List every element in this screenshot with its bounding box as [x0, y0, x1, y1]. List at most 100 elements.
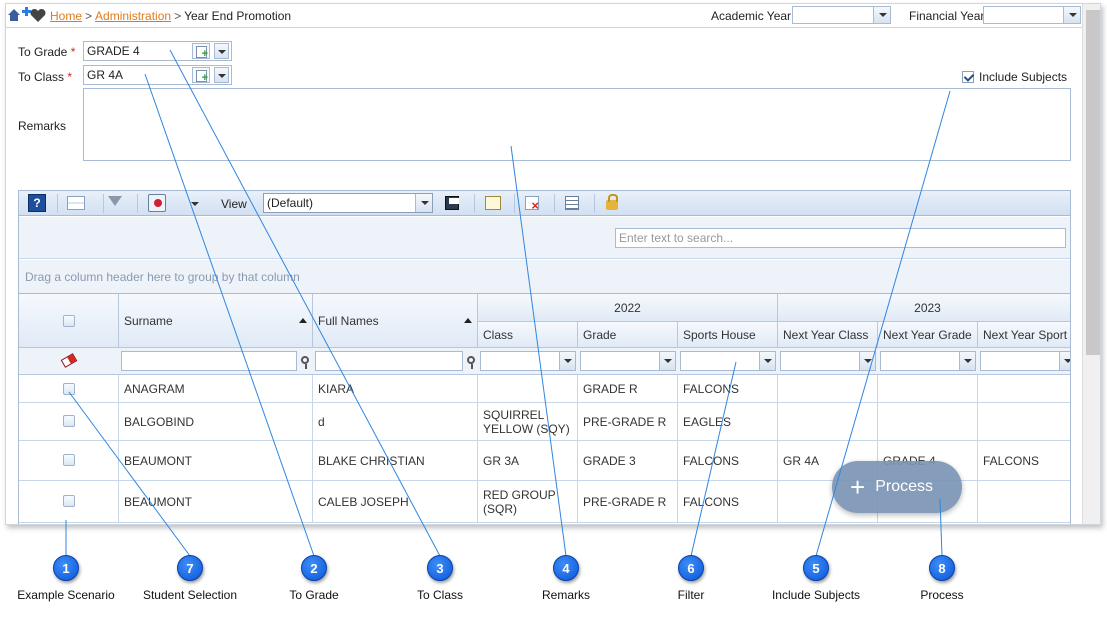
cell-full-names: KIARA: [313, 375, 478, 402]
to-grade-label-text: To Grade: [18, 45, 68, 59]
row-select-cell: [19, 403, 119, 440]
to-grade-select[interactable]: GRADE 4: [83, 41, 232, 61]
filter-class-select[interactable]: [480, 351, 576, 371]
callout-marker-3: 3: [427, 555, 453, 581]
add-favourite-icon[interactable]: [22, 7, 31, 16]
chevron-down-icon[interactable]: [191, 202, 199, 206]
band-2022: 2022: [478, 294, 778, 322]
row-select-cell: [19, 375, 119, 402]
cell-full-names: BLAKE CHRISTIAN: [313, 441, 478, 480]
filter-grade-select[interactable]: [580, 351, 676, 371]
filter-sports-house-select[interactable]: [680, 351, 776, 371]
to-class-label: To Class *: [18, 70, 72, 84]
cell-class: RED GROUP (SQR): [478, 481, 578, 522]
chevron-down-icon[interactable]: [759, 352, 775, 370]
callout-label-7: Student Selection: [142, 588, 238, 602]
academic-year-select[interactable]: [792, 6, 891, 24]
financial-year-label: Financial Year: [909, 9, 985, 23]
process-button[interactable]: + Process: [832, 461, 962, 513]
new-view-icon[interactable]: [485, 196, 501, 210]
financial-year-select[interactable]: [983, 6, 1081, 24]
view-value: (Default): [267, 196, 314, 210]
filter-full-names-input[interactable]: [315, 351, 463, 371]
cell-next-class: [778, 403, 878, 440]
lock-icon[interactable]: [606, 194, 624, 212]
scrollbar-thumb[interactable]: [1086, 10, 1100, 355]
clear-filter-icon[interactable]: [60, 353, 78, 368]
delete-view-icon[interactable]: [525, 196, 539, 213]
cell-grade: GRADE 3: [578, 441, 678, 480]
page-scrollbar[interactable]: [1082, 4, 1100, 524]
callout-label-2: To Grade: [289, 588, 339, 602]
filter-next-grade-select[interactable]: [880, 351, 976, 371]
filter-surname-input[interactable]: [121, 351, 297, 371]
filter-options-icon[interactable]: [467, 356, 475, 369]
breadcrumb-home-link[interactable]: Home: [50, 9, 82, 23]
table-row[interactable]: BALGOBIND d SQUIRREL YELLOW (SQY) PRE-GR…: [19, 403, 1070, 441]
remarks-label: Remarks: [18, 119, 67, 133]
filter-icon[interactable]: [108, 194, 126, 212]
nav-icons: [7, 7, 49, 23]
filter-options-icon[interactable]: [301, 356, 309, 369]
grid-toolbar: ? View (Default): [19, 191, 1070, 216]
callout-label-8: Process: [920, 588, 964, 602]
header-next-year-class[interactable]: Next Year Class: [778, 322, 878, 348]
group-panel[interactable]: Drag a column header here to group by th…: [19, 260, 1070, 294]
cell-sports-house: FALCONS: [678, 441, 778, 480]
heart-icon[interactable]: [30, 8, 46, 22]
header-bar: Home > Administration > Year End Promotion A…: [6, 4, 1082, 28]
remarks-textarea[interactable]: [83, 88, 1071, 161]
chevron-down-icon[interactable]: [959, 352, 975, 370]
group-icon[interactable]: [67, 196, 85, 210]
to-grade-value: GRADE 4: [87, 44, 140, 58]
filter-next-class-select[interactable]: [780, 351, 876, 371]
callout-label-6: Filter: [677, 588, 705, 602]
table-row[interactable]: ANAGRAM KIARA GRADE R FALCONS: [19, 375, 1070, 403]
chevron-down-icon[interactable]: [415, 194, 432, 212]
select-all-header[interactable]: [19, 294, 119, 348]
chevron-down-icon[interactable]: [659, 352, 675, 370]
add-class-icon[interactable]: [192, 67, 210, 84]
header-next-year-grade[interactable]: Next Year Grade: [878, 322, 978, 348]
lock-shape: [606, 194, 618, 210]
to-class-select[interactable]: GR 4A: [83, 65, 232, 85]
header-next-year-sport[interactable]: Next Year Sport: [978, 322, 1070, 348]
chevron-down-icon[interactable]: [214, 43, 229, 59]
callout-label-1: Example Scenario: [17, 588, 115, 602]
home-icon[interactable]: [8, 9, 20, 21]
export-icon[interactable]: [148, 194, 166, 212]
header-class[interactable]: Class: [478, 322, 578, 348]
save-icon[interactable]: [445, 196, 459, 210]
chevron-down-icon[interactable]: [1063, 7, 1080, 23]
columns-icon[interactable]: [565, 196, 579, 210]
select-all-checkbox[interactable]: [62, 314, 75, 327]
toolbar-divider: [514, 194, 515, 213]
filter-row: [19, 348, 1070, 375]
include-subjects-checkbox[interactable]: [962, 71, 974, 83]
chevron-down-icon[interactable]: [559, 352, 575, 370]
chevron-down-icon[interactable]: [214, 67, 229, 83]
header-sports-house[interactable]: Sports House: [678, 322, 778, 348]
process-button-label: Process: [875, 478, 933, 495]
grid-search-input[interactable]: Enter text to search...: [615, 228, 1066, 248]
view-select[interactable]: (Default): [263, 193, 433, 213]
callout-marker-4: 4: [553, 555, 579, 581]
toolbar-divider: [474, 194, 475, 213]
sort-ascending-icon: [464, 318, 472, 323]
cell-sports-house: FALCONS: [678, 375, 778, 402]
header-surname[interactable]: Surname: [119, 294, 313, 348]
cell-class: [478, 375, 578, 402]
cell-next-sport: [978, 375, 1070, 402]
filter-next-sport-select[interactable]: [980, 351, 1070, 371]
cell-sports-house: FALCONS: [678, 481, 778, 522]
chevron-down-icon[interactable]: [1059, 352, 1070, 370]
cell-class: GR 3A: [478, 441, 578, 480]
header-full-names[interactable]: Full Names: [313, 294, 478, 348]
help-icon[interactable]: ?: [28, 194, 46, 212]
required-mark: *: [70, 45, 76, 59]
add-grade-icon[interactable]: [192, 43, 210, 60]
header-grade[interactable]: Grade: [578, 322, 678, 348]
breadcrumb-admin-link[interactable]: Administration: [95, 9, 171, 23]
chevron-down-icon[interactable]: [859, 352, 875, 370]
chevron-down-icon[interactable]: [873, 7, 890, 23]
